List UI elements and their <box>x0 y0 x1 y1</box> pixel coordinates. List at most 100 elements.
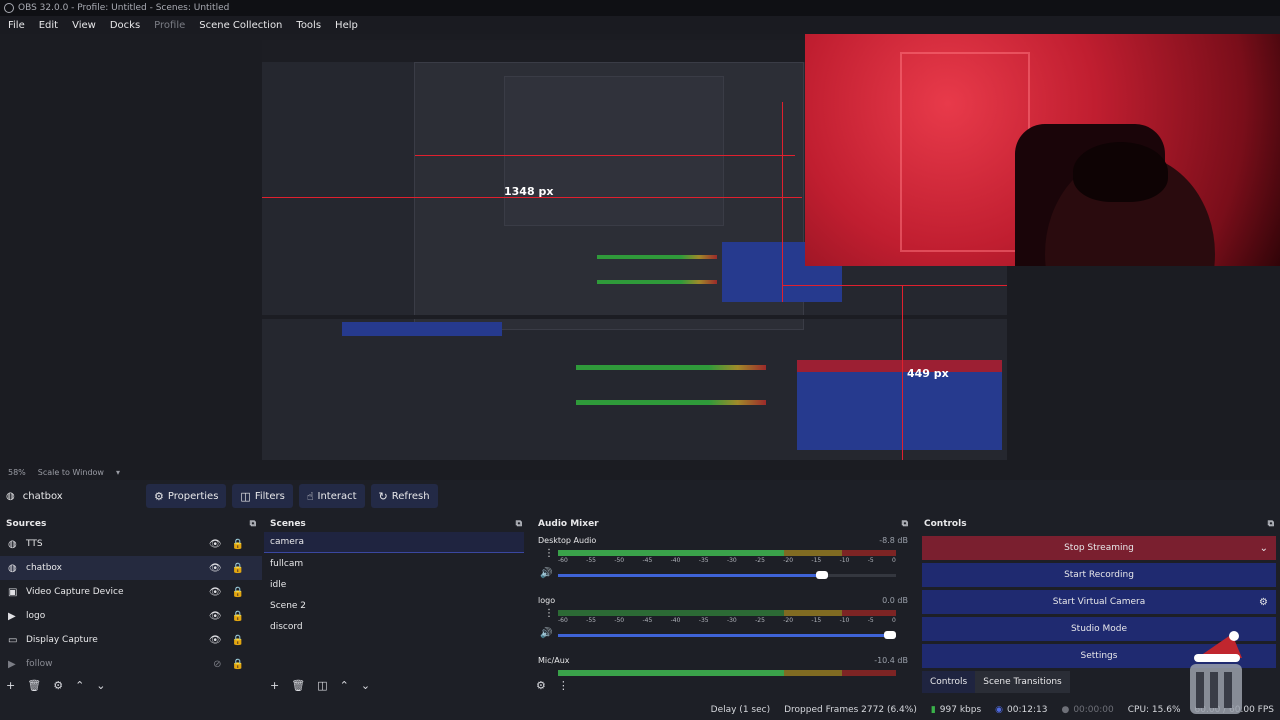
undock-icon[interactable]: ⧉ <box>902 519 908 529</box>
channel-name: Desktop Audio <box>538 536 597 545</box>
source-item-display-capture[interactable]: ▭ Display Capture 👁 🔒 <box>0 628 262 652</box>
menu-scene-collection[interactable]: Scene Collection <box>199 20 282 31</box>
window-title: OBS 32.0.0 - Profile: Untitled - Scenes:… <box>18 3 230 13</box>
lock-icon[interactable]: 🔒 <box>232 611 244 622</box>
stop-streaming-button[interactable]: Stop Streaming ⌄ <box>922 536 1276 560</box>
chevron-up-icon[interactable]: ⌃ <box>340 679 349 692</box>
undock-icon[interactable]: ⧉ <box>1268 519 1274 529</box>
lock-icon[interactable]: 🔒 <box>232 635 244 646</box>
volume-icon[interactable]: 🔊 <box>540 628 552 639</box>
scene-item-fullcam[interactable]: fullcam <box>264 553 524 574</box>
interact-button[interactable]: ☝ Interact <box>298 484 365 508</box>
chevron-down-icon[interactable]: ⌄ <box>96 679 105 692</box>
guide-line <box>782 285 1007 286</box>
selected-source-name: chatbox <box>22 490 63 502</box>
more-icon[interactable]: ⋮ <box>544 608 554 619</box>
scene-item-idle[interactable]: idle <box>264 574 524 595</box>
menu-bar: File Edit View Docks Profile Scene Colle… <box>0 16 1280 34</box>
source-item-chatbox[interactable]: ◍ chatbox 👁 🔒 <box>0 556 262 580</box>
scene-item-scene-2[interactable]: Scene 2 <box>264 595 524 616</box>
preview-area[interactable]: 1348 px 449 px <box>0 34 1280 464</box>
more-icon[interactable]: ⋮ <box>544 548 554 559</box>
start-virtual-camera-label: Start Virtual Camera <box>1052 597 1146 607</box>
chevron-down-icon[interactable]: ⌄ <box>361 679 370 692</box>
start-recording-button[interactable]: Start Recording <box>922 563 1276 587</box>
zoom-level[interactable]: 58% <box>8 468 26 477</box>
eye-icon[interactable]: 👁 <box>209 539 222 550</box>
menu-file[interactable]: File <box>8 20 25 31</box>
mixer-channel-logo: logo 0.0 dB ⋮ -60 -55 -50 -45 -40 -35 -30 -25 -20… <box>532 592 914 652</box>
volume-meter <box>558 550 896 556</box>
measure-label: 1348 px <box>504 185 554 198</box>
more-icon[interactable]: ⋮ <box>558 679 569 692</box>
lock-icon[interactable]: 🔒 <box>232 563 244 574</box>
menu-tools[interactable]: Tools <box>296 20 321 31</box>
chevron-up-icon[interactable]: ⌃ <box>75 679 84 692</box>
eye-hidden-icon[interactable]: ⊘ <box>213 659 221 670</box>
menu-profile[interactable]: Profile <box>154 20 185 31</box>
mixer-settings-icon[interactable]: ⚙ <box>536 679 546 692</box>
undock-icon[interactable]: ⧉ <box>516 519 522 529</box>
trash-icon[interactable]: 🗑 <box>291 679 305 692</box>
source-item-logo[interactable]: ▶ logo 👁 🔒 <box>0 604 262 628</box>
eye-icon[interactable]: 👁 <box>209 587 222 598</box>
interact-label: Interact <box>317 490 357 502</box>
tab-controls[interactable]: Controls <box>922 671 976 693</box>
scenes-dock: Scenes ⧉ camera fullcam idle Scene 2 dis… <box>264 516 528 720</box>
source-item-video-capture[interactable]: ▣ Video Capture Device 👁 🔒 <box>0 580 262 604</box>
add-icon[interactable]: + <box>6 679 15 692</box>
studio-mode-label: Studio Mode <box>1070 624 1128 634</box>
undock-icon[interactable]: ⧉ <box>250 519 256 529</box>
meter-tick: -5 <box>867 617 874 624</box>
stream-time-value: 00:12:13 <box>1007 705 1048 715</box>
nested-meter <box>597 280 717 284</box>
add-icon[interactable]: + <box>270 679 279 692</box>
rec-time-value: 00:00:00 <box>1073 705 1114 715</box>
status-bar: Delay (1 sec) Dropped Frames 2772 (6.4%)… <box>0 700 1280 720</box>
scale-mode-select[interactable]: Scale to Window <box>38 468 104 477</box>
scene-item-camera[interactable]: camera <box>264 532 524 553</box>
gear-icon[interactable]: ⚙ <box>53 679 63 692</box>
filter-icon[interactable]: ◫ <box>317 679 327 692</box>
volume-meter <box>558 610 896 616</box>
volume-icon[interactable]: 🔊 <box>540 568 552 579</box>
properties-button[interactable]: ⚙ Properties <box>146 484 227 508</box>
meter-tick: -15 <box>811 617 822 624</box>
refresh-button[interactable]: ↻ Refresh <box>370 484 438 508</box>
scene-item-discord[interactable]: discord <box>264 616 524 637</box>
meter-tick: -30 <box>726 617 737 624</box>
gear-icon[interactable]: ⚙ <box>1259 597 1268 608</box>
source-item-tts[interactable]: ◍ TTS 👁 🔒 <box>0 532 262 556</box>
record-icon: ● <box>1061 705 1070 715</box>
scenes-title: Scenes <box>270 519 306 529</box>
start-virtual-camera-button[interactable]: Start Virtual Camera ⚙ <box>922 590 1276 614</box>
lock-icon[interactable]: 🔒 <box>232 587 244 598</box>
eye-icon[interactable]: 👁 <box>209 563 222 574</box>
chevron-down-icon[interactable]: ⌄ <box>1260 543 1268 554</box>
menu-view[interactable]: View <box>72 20 96 31</box>
eye-icon[interactable]: 👁 <box>209 611 222 622</box>
meter-tick: -15 <box>811 557 822 564</box>
channel-db: -8.8 dB <box>879 536 908 545</box>
broadcast-icon: ◉ <box>995 705 1004 715</box>
menu-docks[interactable]: Docks <box>110 20 140 31</box>
lock-icon[interactable]: 🔒 <box>232 539 244 550</box>
menu-help[interactable]: Help <box>335 20 358 31</box>
eye-icon[interactable]: 👁 <box>209 635 222 646</box>
nested-meter <box>597 255 717 259</box>
pointer-icon: ☝ <box>306 489 314 503</box>
sources-dock: Sources ⧉ ◍ TTS 👁 🔒 ◍ chatbox 👁 🔒 ▣ Video … <box>0 516 262 720</box>
menu-edit[interactable]: Edit <box>39 20 58 31</box>
volume-fader[interactable] <box>558 571 896 579</box>
trash-icon[interactable]: 🗑 <box>27 679 41 692</box>
source-label: follow <box>26 659 53 669</box>
lock-icon[interactable]: 🔒 <box>232 659 244 670</box>
properties-label: Properties <box>167 490 219 502</box>
volume-fader[interactable] <box>558 631 896 639</box>
source-item-follow[interactable]: ▶ follow ⊘ 🔒 <box>0 652 262 676</box>
chevron-down-icon[interactable]: ▾ <box>116 468 120 477</box>
mascot-logo-overlay <box>1190 631 1242 714</box>
audio-mixer-dock: Audio Mixer ⧉ Desktop Audio -8.8 dB ⋮ -60… <box>532 516 914 720</box>
filters-button[interactable]: ◫ Filters <box>232 484 293 508</box>
tab-scene-transitions[interactable]: Scene Transitions <box>975 671 1070 693</box>
